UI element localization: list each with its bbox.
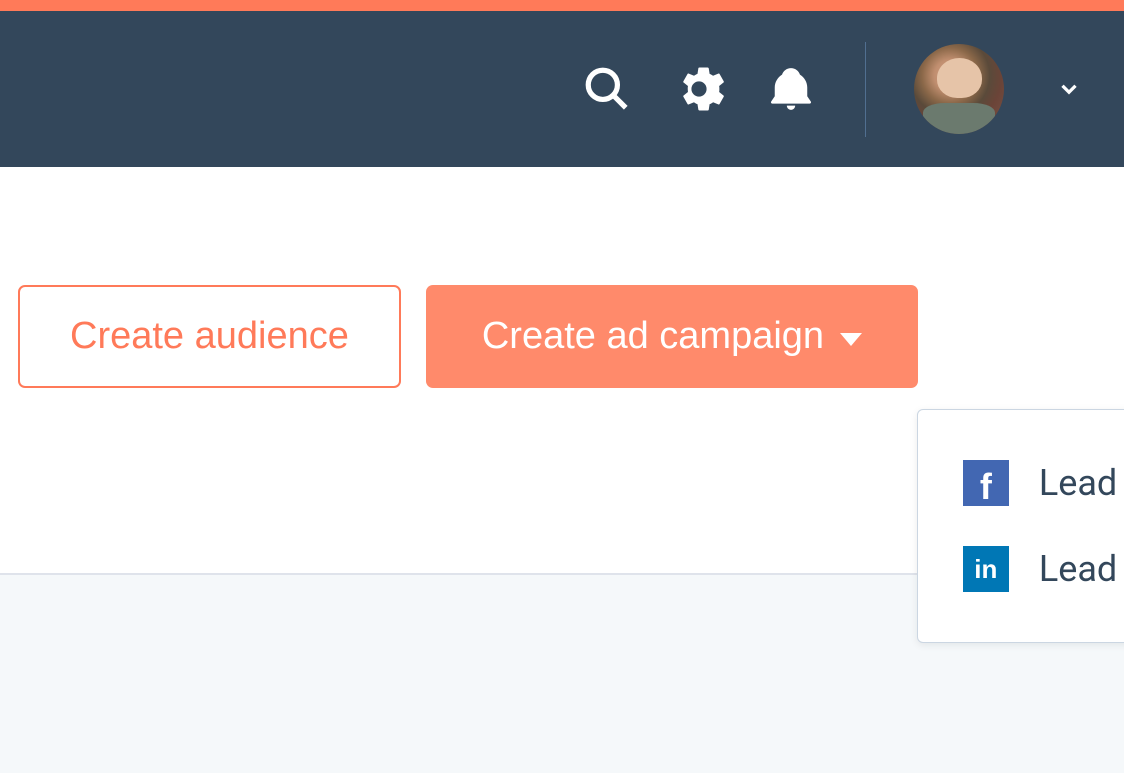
create-ad-campaign-label: Create ad campaign [482,315,824,358]
linkedin-icon: in [963,546,1009,592]
dropdown-item-facebook-lead-gen[interactable]: f Lead generation [918,440,1124,526]
account-chevron-icon[interactable] [1054,74,1084,104]
create-campaign-dropdown-wrapper: Create ad campaign f Lead generation in … [426,285,918,388]
bell-icon[interactable] [765,63,817,115]
campaign-dropdown-menu: f Lead generation in Lead generation [917,409,1124,643]
dropdown-item-label: Lead generation [1039,462,1124,504]
caret-down-icon [840,333,862,346]
gear-icon[interactable] [673,63,725,115]
avatar[interactable] [914,44,1004,134]
top-nav [0,11,1124,167]
create-audience-button[interactable]: Create audience [18,285,401,388]
content-area: Create audience Create ad campaign f Lea… [0,167,1124,388]
create-ad-campaign-button[interactable]: Create ad campaign [426,285,918,388]
dropdown-item-label: Lead generation [1039,548,1124,590]
dropdown-item-linkedin-lead-gen[interactable]: in Lead generation [918,526,1124,612]
nav-divider [865,42,866,137]
facebook-icon: f [963,460,1009,506]
top-accent-bar [0,0,1124,11]
action-button-row: Create audience Create ad campaign f Lea… [18,285,1106,388]
search-icon[interactable] [581,63,633,115]
